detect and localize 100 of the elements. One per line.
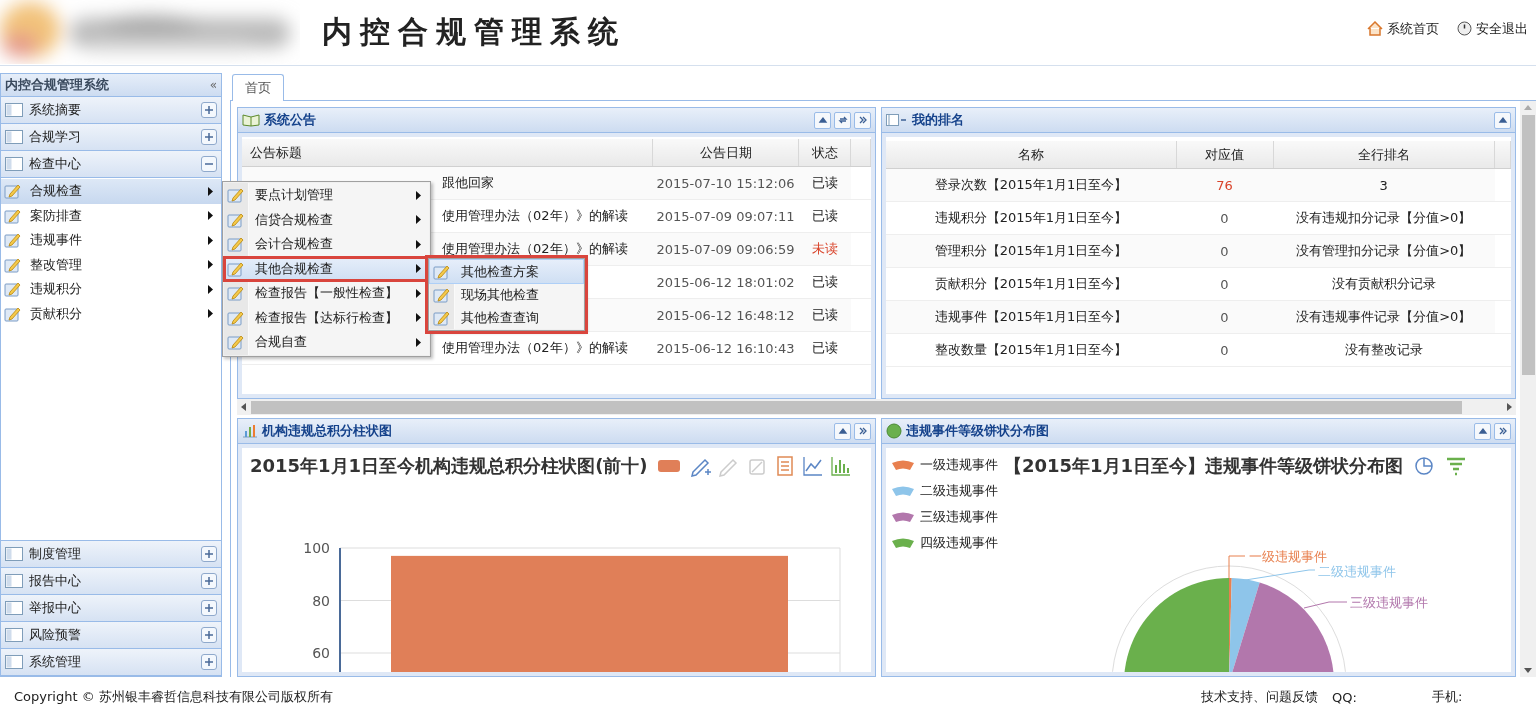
table-cell: 跟他回家 [442,175,494,190]
sidebar-item[interactable]: 整改管理 [1,252,221,277]
menu-item[interactable]: 其他检查方案 [430,260,583,283]
line-chart-icon[interactable] [801,455,824,477]
legend-swatch-icon [657,460,680,472]
app-title: 内控合规管理系统 [322,13,626,51]
table-cell: 使用管理办法（02年）》的解读 [442,208,628,223]
expand-icon [201,129,217,145]
table-cell: 违规事件【2015年1月1日至今】 [934,309,1128,324]
book-icon [242,113,260,127]
collapse-up-icon[interactable] [1474,422,1491,440]
qq-label: QQ: [1332,689,1358,705]
sidebar-section[interactable]: 举报中心 [1,595,221,622]
table-cell: 登录次数【2015年1月1日至今】 [934,177,1128,192]
table-cell: 2015-06-12 18:01:02 [656,274,795,290]
menu-item[interactable]: 其他检查查询 [430,306,583,329]
table-cell: 0 [1220,210,1229,226]
panel-icon [5,130,23,144]
caret-icon [208,284,213,294]
table-cell: 2015-07-10 15:12:06 [656,175,795,191]
horizontal-scrollbar[interactable] [237,399,1516,415]
sidebar-section[interactable]: 合规学习 [1,124,221,151]
collapse-button[interactable]: « [209,78,217,92]
expand-icon [201,102,217,118]
tab[interactable]: 首页 [232,74,284,101]
caret-icon [208,186,213,196]
support-link[interactable]: 技术支持、问题反馈 [1201,688,1318,706]
sidebar-section[interactable]: 制度管理 [1,541,221,568]
table-cell: 2015-07-09 09:07:11 [656,208,795,224]
refresh-icon[interactable] [834,111,851,129]
sidebar-item[interactable]: 违规积分 [1,277,221,302]
caret-icon [208,235,213,245]
sidebar-item[interactable]: 贡献积分 [1,301,221,326]
expand-icon [201,627,217,643]
sidebar-section[interactable]: 系统摘要 [1,97,221,124]
table-cell: 管理积分【2015年1月1日至今】 [934,243,1128,258]
sidebar-item[interactable]: 合规检查 [1,179,221,204]
panel-icon [5,157,23,171]
chart-title: 2015年1月1日至今机构违规总积分柱状图(前十) [250,454,648,478]
gridline-label: 60 [312,645,330,661]
panel-icon [5,628,23,642]
collapse-up-icon[interactable] [1494,111,1511,129]
edit-document-icon [227,333,245,352]
expand-icon [201,546,217,562]
caret-icon [416,337,421,347]
caret-icon [416,313,421,323]
logout-link[interactable]: 安全退出 [1457,19,1528,38]
table-cell: 贡献积分【2015年1月1日至今】 [934,276,1128,291]
legend-label: 二级违规事件 [920,482,998,500]
panel-title: 我的排名 [912,111,964,129]
legend-label: 一级违规事件 [920,456,998,474]
status-cell: 已读 [811,274,838,289]
table-cell: 没有贡献积分记录 [1331,276,1436,291]
menu-item[interactable]: 会计合规检查 [224,232,429,257]
pie-icon[interactable] [1413,455,1436,477]
sidebar-item[interactable]: 违规事件 [1,228,221,253]
slice-label: 一级违规事件 [1249,549,1327,564]
menu-item[interactable]: 要点计划管理 [224,183,429,208]
column-header: 公告标题 [242,139,653,167]
collapse-up-icon[interactable] [834,422,851,440]
bar-chart-icon[interactable] [829,455,852,477]
sidebar-item[interactable]: 案防排查 [1,203,221,228]
home-link[interactable]: 系统首页 [1367,19,1439,38]
table-cell: 2015-06-12 16:10:43 [656,340,795,356]
panel-title: 违规事件等级饼状分布图 [906,422,1049,440]
home-icon [1367,21,1383,36]
table-cell: 没有违规扣分记录【分值>0】 [1296,210,1472,225]
legend-label: 三级违规事件 [920,508,998,526]
table-cell: 0 [1220,309,1229,325]
menu-item[interactable]: 信贷合规检查 [224,207,429,232]
edit-document-icon [227,284,245,303]
menu-item[interactable]: 合规自查 [224,330,429,355]
column-header: 公告日期 [652,139,799,167]
menu-item[interactable]: 现场其他检查 [430,283,583,306]
vertical-scrollbar[interactable] [1520,101,1536,677]
phone-label: 手机: [1432,688,1464,706]
expand-right-icon[interactable] [854,422,871,440]
sidebar-section[interactable]: 报告中心 [1,568,221,595]
gridline-label: 80 [312,592,330,609]
edit-document-icon [4,231,22,250]
caret-icon [416,239,421,249]
funnel-icon[interactable] [1445,455,1468,477]
collapse-up-icon[interactable] [814,111,831,129]
table-cell: 0 [1220,276,1229,292]
sidebar-section[interactable]: 系统管理 [1,649,221,676]
table-cell: 违规积分【2015年1月1日至今】 [934,210,1128,225]
expand-right-icon[interactable] [854,111,871,129]
expand-icon [201,654,217,670]
table-cell: 没有管理扣分记录【分值>0】 [1296,243,1472,258]
column-header: 名称 [886,141,1176,169]
panel-title: 系统公告 [264,111,316,129]
sidebar-section[interactable]: 风险预警 [1,622,221,649]
leader-line [1303,601,1348,609]
table-cell: 没有违规事件记录【分值>0】 [1296,309,1472,324]
sidebar-section[interactable]: 检查中心 [1,151,221,178]
table-cell: 0 [1220,243,1229,259]
status-cell: 已读 [811,307,838,322]
column-header: 对应值 [1176,141,1273,169]
expand-right-icon[interactable] [1494,422,1511,440]
panel-title: 机构违规总积分柱状图 [262,422,392,440]
